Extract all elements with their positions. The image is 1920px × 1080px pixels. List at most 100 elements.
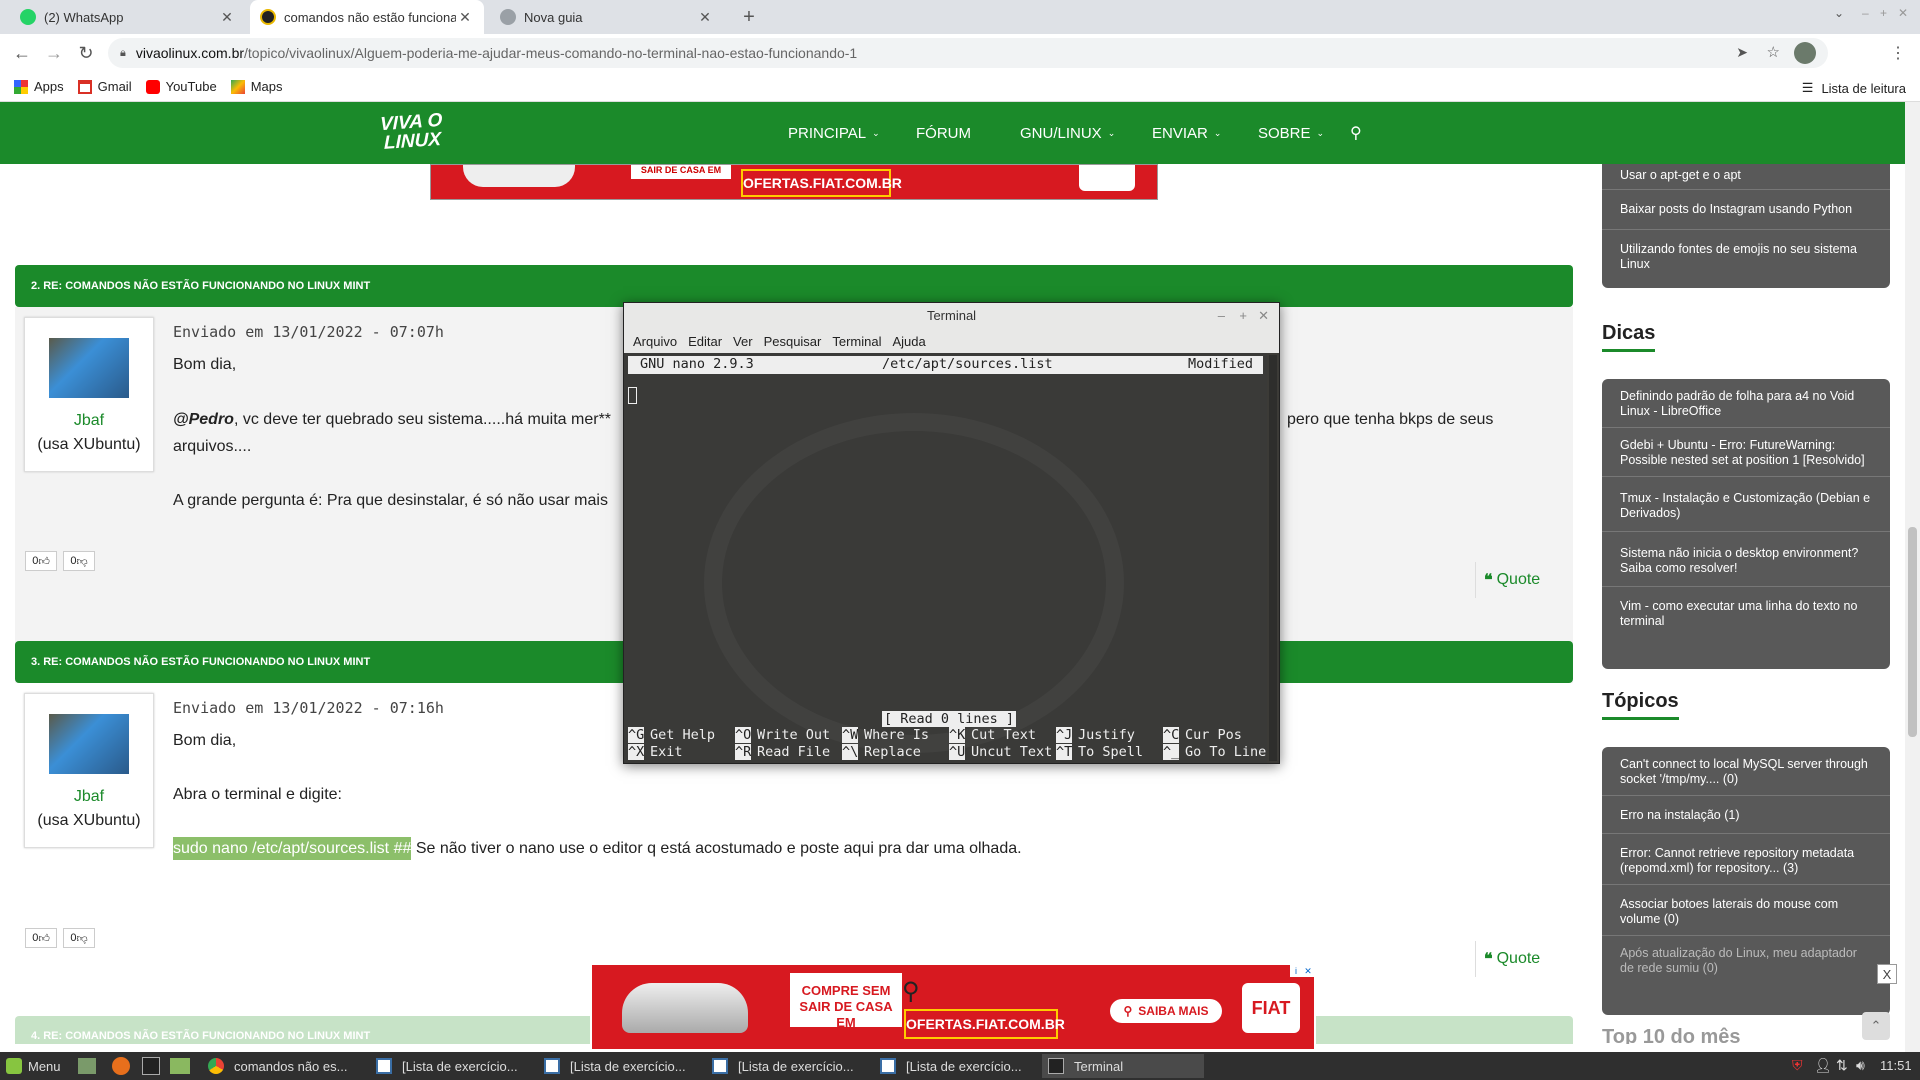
- bookmark-apps[interactable]: Apps: [14, 79, 64, 94]
- menu-ver[interactable]: Ver: [733, 334, 753, 349]
- username-link[interactable]: Jbaf: [25, 788, 153, 806]
- bottom-advertisement[interactable]: COMPRE SEM SAIR DE CASA EM ⚲ OFERTAS.FIA…: [590, 963, 1316, 1051]
- terminal-screen[interactable]: GNU nano 2.9.3 /etc/apt/sources.list Mod…: [624, 353, 1267, 763]
- terminal-icon[interactable]: [142, 1057, 160, 1075]
- menu-sobre[interactable]: SOBRE ⌄: [1258, 102, 1324, 164]
- sidebar-link[interactable]: Gdebi + Ubuntu - Erro: FutureWarning: Po…: [1602, 428, 1890, 477]
- site-logo[interactable]: VIVA O LINUX: [380, 109, 472, 159]
- task-document[interactable]: [Lista de exercício...: [538, 1054, 700, 1078]
- quote-label: Quote: [1496, 571, 1541, 588]
- tab-new[interactable]: Nova guia ✕: [490, 0, 724, 34]
- sidebar-link[interactable]: Após atualização do Linux, meu adaptador…: [1602, 936, 1890, 982]
- close-icon[interactable]: ✕: [696, 9, 714, 26]
- tab-label: Nova guia: [524, 9, 583, 25]
- menu-terminal[interactable]: Terminal: [832, 334, 881, 349]
- terminal-scrollbar[interactable]: [1269, 355, 1277, 761]
- scroll-top-icon[interactable]: ⌃: [1862, 1012, 1890, 1040]
- sidebar-link[interactable]: Baixar posts do Instagram usando Python: [1602, 190, 1890, 230]
- menu-pesquisar[interactable]: Pesquisar: [764, 334, 822, 349]
- firefox-icon[interactable]: [112, 1057, 130, 1075]
- sidebar-link[interactable]: Definindo padrão de folha para a4 no Voi…: [1602, 379, 1890, 428]
- task-document[interactable]: [Lista de exercício...: [706, 1054, 868, 1078]
- task-document[interactable]: [Lista de exercício...: [874, 1054, 1036, 1078]
- send-icon[interactable]: ➤: [1736, 44, 1748, 61]
- window-close-icon[interactable]: ✕: [1898, 6, 1908, 20]
- menu-ajuda[interactable]: Ajuda: [893, 334, 926, 349]
- start-menu-button[interactable]: Menu: [0, 1054, 70, 1078]
- quote-button[interactable]: ❝ Quote: [1475, 562, 1540, 598]
- avatar[interactable]: [49, 714, 129, 774]
- reload-icon[interactable]: ↻: [72, 34, 100, 72]
- menu-arquivo[interactable]: Arquivo: [633, 334, 677, 349]
- task-terminal[interactable]: Terminal: [1042, 1054, 1204, 1078]
- gmail-icon: [77, 79, 92, 94]
- close-icon[interactable]: ✕: [1258, 303, 1269, 329]
- sidebar-link[interactable]: Associar botoes laterais do mouse com vo…: [1602, 885, 1890, 936]
- profile-avatar[interactable]: [1794, 42, 1816, 64]
- upvote-button[interactable]: 0 👍︎: [25, 928, 57, 948]
- adchoices-icon[interactable]: i: [1290, 965, 1302, 977]
- bookmark-gmail[interactable]: Gmail: [77, 79, 132, 94]
- folder-icon[interactable]: [170, 1058, 190, 1074]
- star-icon[interactable]: ☆: [1767, 43, 1780, 61]
- forward-icon[interactable]: →: [40, 34, 68, 72]
- terminal-window[interactable]: Terminal – + ✕ Arquivo Editar Ver Pesqui…: [623, 302, 1280, 764]
- ad-cta-button[interactable]: ⚲ SAIBA MAIS: [1110, 999, 1222, 1023]
- sidebar-link[interactable]: Tmux - Instalação e Customização (Debian…: [1602, 477, 1890, 532]
- sidebar-link[interactable]: Can't connect to local MySQL server thro…: [1602, 747, 1890, 796]
- close-icon[interactable]: ✕: [1302, 965, 1314, 977]
- search-icon[interactable]: ⚲: [1350, 102, 1362, 164]
- reading-list-button[interactable]: ☰ Lista de leitura: [1802, 80, 1906, 96]
- tab-forum[interactable]: comandos não estão funciona ✕: [250, 0, 484, 34]
- bookmark-youtube[interactable]: YouTube: [145, 79, 217, 94]
- mention-link[interactable]: @Pedro: [173, 411, 234, 428]
- username-link[interactable]: Jbaf: [25, 412, 153, 430]
- desktop-icon[interactable]: [78, 1058, 96, 1074]
- search-icon: ⚲: [902, 978, 920, 1005]
- maximize-icon[interactable]: +: [1239, 303, 1247, 329]
- terminal-titlebar[interactable]: Terminal – + ✕: [624, 303, 1279, 329]
- chrome-icon: [500, 9, 516, 25]
- menu-forum[interactable]: FÓRUM: [916, 102, 971, 164]
- sidebar-link[interactable]: Error: Cannot retrieve repository metada…: [1602, 834, 1890, 885]
- address-bar[interactable]: 🔒︎ vivaolinux.com.br /topico/vivaolinux/…: [108, 38, 1828, 68]
- page-scrollbar[interactable]: [1905, 102, 1920, 1052]
- downvote-button[interactable]: 0 👎︎: [63, 928, 95, 948]
- sidebar-link[interactable]: Sistema não inicia o desktop environment…: [1602, 532, 1890, 587]
- kebab-menu-icon[interactable]: ⋮: [1890, 43, 1906, 63]
- back-icon[interactable]: ←: [8, 34, 36, 72]
- user-icon[interactable]: 👤︎: [1814, 1057, 1832, 1074]
- close-icon[interactable]: ✕: [456, 9, 474, 26]
- bookmark-label: YouTube: [165, 79, 217, 94]
- menu-gnu-linux[interactable]: GNU/LINUX ⌄: [1020, 102, 1115, 164]
- tab-whatsapp[interactable]: (2) WhatsApp ✕: [10, 0, 246, 34]
- task-chrome[interactable]: comandos não es...: [202, 1054, 364, 1078]
- top-advertisement[interactable]: SAIR DE CASA EM OFERTAS.FIAT.COM.BR: [430, 164, 1158, 200]
- task-document[interactable]: [Lista de exercício...: [370, 1054, 532, 1078]
- upvote-button[interactable]: 0 👍︎: [25, 551, 57, 571]
- menu-principal[interactable]: PRINCIPAL ⌄: [788, 102, 880, 164]
- menu-editar[interactable]: Editar: [688, 334, 722, 349]
- network-icon[interactable]: ⇅: [1836, 1057, 1848, 1074]
- clock[interactable]: 11:51: [1880, 1058, 1912, 1073]
- minimize-icon[interactable]: –: [1862, 6, 1869, 20]
- close-icon[interactable]: ✕: [218, 9, 236, 26]
- sidebar-link[interactable]: Utilizando fontes de emojis no seu siste…: [1602, 230, 1890, 278]
- volume-icon[interactable]: 🔊︎: [1856, 1057, 1865, 1074]
- sidebar-link[interactable]: Erro na instalação (1): [1602, 796, 1890, 834]
- avatar[interactable]: [49, 338, 129, 398]
- code-snippet: sudo nano /etc/apt/sources.list ##: [173, 837, 412, 860]
- sidebar-link[interactable]: Vim - como executar uma linha do texto n…: [1602, 587, 1890, 635]
- menu-enviar[interactable]: ENVIAR ⌄: [1152, 102, 1221, 164]
- close-icon[interactable]: X: [1877, 964, 1897, 984]
- maximize-icon[interactable]: +: [1880, 6, 1887, 20]
- bookmark-maps[interactable]: Maps: [230, 79, 282, 94]
- quote-button[interactable]: ❝ Quote: [1475, 941, 1540, 977]
- minimize-icon[interactable]: –: [1218, 303, 1225, 329]
- shield-icon[interactable]: ⛨: [1792, 1057, 1803, 1074]
- sidebar-link[interactable]: Usar o apt-get e o apt: [1602, 164, 1890, 190]
- downvote-button[interactable]: 0 👎︎: [63, 551, 95, 571]
- tab-search-icon[interactable]: ⌄: [1834, 6, 1844, 20]
- scrollbar-thumb[interactable]: [1908, 527, 1917, 737]
- new-tab-button[interactable]: +: [738, 6, 760, 28]
